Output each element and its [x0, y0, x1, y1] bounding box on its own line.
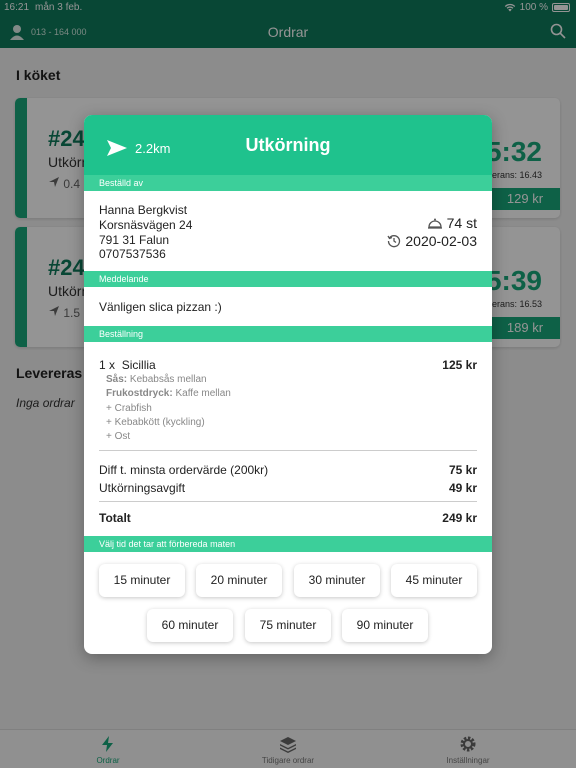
prep-time-75-button[interactable]: 75 minuter	[245, 609, 331, 642]
total-label: Totalt	[99, 511, 131, 525]
customer-city: 791 31 Falun	[99, 233, 170, 247]
total-amount: 249 kr	[442, 511, 477, 525]
item-extra: + Crabfish	[106, 403, 152, 414]
cloche-icon	[427, 218, 442, 229]
section-order: Beställning	[84, 326, 492, 342]
section-ordered-by: Beställd av	[84, 175, 492, 191]
prep-time-15-button[interactable]: 15 minuter	[99, 564, 185, 597]
divider	[99, 450, 477, 451]
history-icon	[387, 235, 401, 248]
fee-amount: 75 kr	[448, 463, 477, 477]
order-count-value: 74 st	[446, 215, 477, 231]
customer-street: Korsnäsvägen 24	[99, 218, 193, 232]
item-option-value: Kebabsås mellan	[127, 374, 207, 385]
order-detail-modal: 2.2km Utkörning Beställd av Hanna Bergkv…	[84, 115, 492, 654]
customer-name: Hanna Bergkvist	[99, 203, 188, 217]
item-qty: 1 x	[99, 358, 116, 372]
modal-header: 2.2km Utkörning	[84, 115, 492, 175]
item-extra: + Ost	[106, 431, 131, 442]
order-count: 74 st	[427, 215, 477, 231]
item-line: 1 x Sicillia	[99, 358, 156, 372]
item-option-key: Frukostdryck:	[106, 388, 173, 399]
prep-time-60-button[interactable]: 60 minuter	[147, 609, 233, 642]
message-text: Vänligen slica pizzan :)	[99, 300, 222, 314]
order-date: 2020-02-03	[387, 233, 477, 249]
item-extra: + Kebabkött (kyckling)	[106, 417, 205, 428]
section-prep-time: Välj tid det tar att förbereda maten	[84, 536, 492, 552]
prep-time-30-button[interactable]: 30 minuter	[294, 564, 380, 597]
item-price: 125 kr	[442, 358, 477, 372]
item-name: Sicillia	[121, 358, 156, 372]
section-message: Meddelande	[84, 271, 492, 287]
order-date-value: 2020-02-03	[405, 233, 477, 249]
item-option-key: Sås:	[106, 374, 128, 385]
customer-phone: 0707537536	[99, 247, 166, 261]
modal-title: Utkörning	[245, 135, 331, 155]
prep-time-90-button[interactable]: 90 minuter	[342, 609, 428, 642]
fee-label: Utkörningsavgift	[99, 481, 186, 495]
prep-time-45-button[interactable]: 45 minuter	[391, 564, 477, 597]
fee-label: Diff t. minsta ordervärde (200kr)	[99, 463, 269, 477]
item-option: Frukostdryck: Kaffe mellan	[106, 388, 231, 399]
item-option-value: Kaffe mellan	[172, 388, 231, 399]
item-option: Sås: Kebabsås mellan	[106, 374, 207, 385]
divider	[99, 501, 477, 502]
fee-amount: 49 kr	[448, 481, 477, 495]
prep-time-20-button[interactable]: 20 minuter	[196, 564, 282, 597]
